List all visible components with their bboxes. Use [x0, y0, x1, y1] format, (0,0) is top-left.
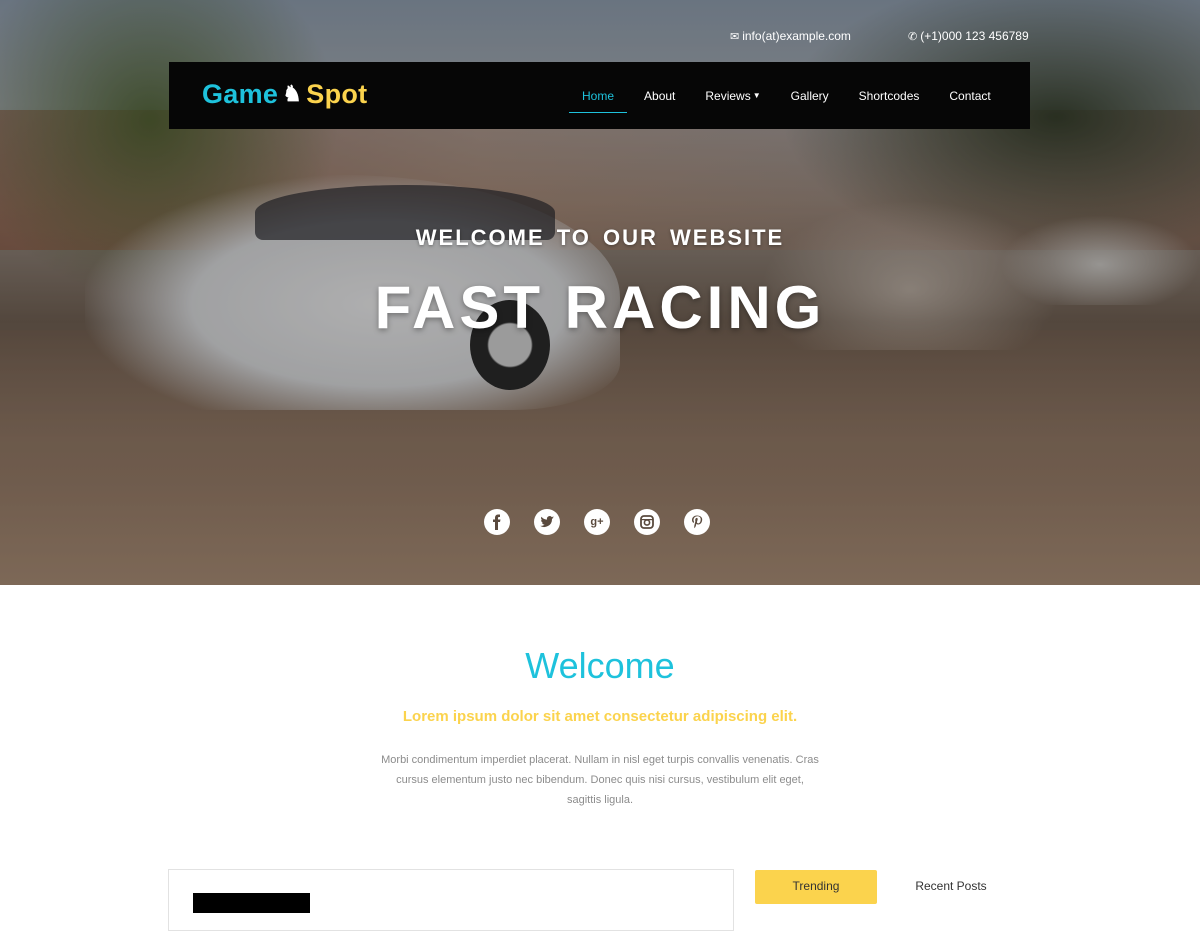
main-nav: Home About Reviews ▼ Gallery Shortcodes C…: [567, 62, 1006, 129]
topbar-phone[interactable]: ✆ (+1)000 123 456789: [908, 29, 1029, 43]
chess-knight-icon: ♞: [282, 81, 303, 106]
twitter-icon[interactable]: [534, 509, 560, 535]
logo-word-spot: Spot: [306, 79, 368, 109]
nav-item-reviews-label: Reviews: [705, 88, 751, 103]
logo-word-game: Game: [202, 79, 279, 109]
welcome-body-text: Morbi condimentum imperdiet placerat. Nu…: [381, 754, 819, 806]
nav-item-contact[interactable]: Contact: [934, 62, 1005, 129]
hero-title: FAST RACING: [374, 274, 826, 341]
tab-recent-posts[interactable]: Recent Posts: [890, 870, 1012, 904]
hero-subtitle: WELCOME TO OUR WEBSITE: [415, 225, 785, 250]
welcome-title: Welcome: [525, 645, 675, 686]
phone-icon: ✆: [908, 31, 918, 43]
tab-trending[interactable]: Trending: [755, 870, 877, 904]
envelope-icon: ✉: [730, 31, 740, 43]
post-card: [168, 869, 734, 931]
navbar: Game ♞ Spot Home About Reviews ▼ Gallery Sh…: [169, 62, 1030, 129]
nav-item-gallery[interactable]: Gallery: [776, 62, 844, 129]
topbar-email[interactable]: ✉ info(at)example.com: [730, 29, 851, 43]
google-plus-icon[interactable]: g+: [584, 509, 610, 535]
nav-item-reviews[interactable]: Reviews ▼: [690, 62, 775, 129]
hero-banner: ✉ info(at)example.com ✆ (+1)000 123 456789…: [0, 0, 1200, 585]
caret-down-icon: ▼: [752, 91, 761, 100]
nav-item-shortcodes[interactable]: Shortcodes: [844, 62, 935, 129]
pinterest-icon[interactable]: [684, 509, 710, 535]
nav-item-home[interactable]: Home: [567, 62, 629, 129]
facebook-icon[interactable]: [484, 509, 510, 535]
nav-item-about[interactable]: About: [629, 62, 690, 129]
google-plus-glyph: g+: [590, 516, 604, 528]
instagram-icon[interactable]: [634, 509, 660, 535]
post-card-image: [193, 893, 310, 913]
site-logo[interactable]: Game ♞ Spot: [202, 79, 367, 110]
welcome-subtitle: Lorem ipsum dolor sit amet consectetur a…: [402, 708, 798, 725]
topbar-phone-text: (+1)000 123 456789: [920, 29, 1029, 43]
social-links: g+: [484, 509, 710, 535]
topbar-email-text: info(at)example.com: [742, 29, 851, 43]
